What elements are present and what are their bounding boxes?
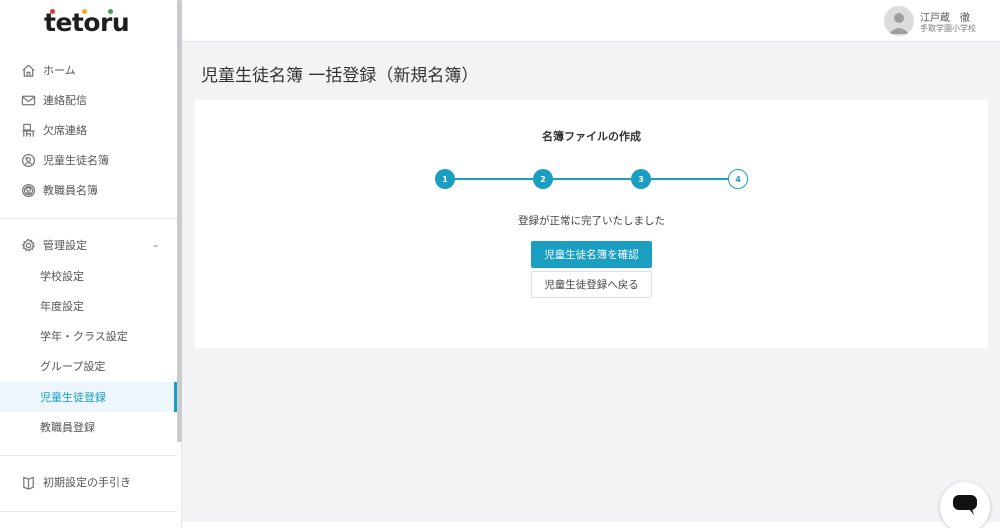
sidebar-item-label: 連絡配信 xyxy=(43,94,87,107)
sidebar-item-staff[interactable]: 教職員名簿 xyxy=(0,175,177,205)
sidebar-item-label: 欠席連絡 xyxy=(43,124,87,137)
sidebar-item-absence[interactable]: 欠席連絡 xyxy=(0,115,177,145)
gear-icon xyxy=(20,237,36,253)
desk-icon xyxy=(20,122,36,138)
sidebar-item-label: 児童生徒名簿 xyxy=(43,154,109,167)
sidebar-subitem-grade-class-settings[interactable]: 学年・クラス設定 xyxy=(0,321,177,351)
sidebar-item-admin-settings[interactable]: 管理設定 ⌄ xyxy=(0,230,177,260)
logo-dot-green xyxy=(108,9,113,14)
sidebar-item-label: 管理設定 xyxy=(43,239,87,252)
back-to-student-registration-button[interactable]: 児童生徒登録へ戻る xyxy=(531,271,652,298)
logo-dot-yellow xyxy=(82,9,87,14)
step-2: 2 xyxy=(533,169,553,189)
progress-stepper: 1 2 3 4 xyxy=(435,168,749,190)
step-connector xyxy=(455,178,533,180)
sidebar-divider xyxy=(0,218,177,219)
chat-button[interactable] xyxy=(940,482,990,528)
tetoru-logo[interactable]: tetoru xyxy=(44,8,130,38)
book-icon xyxy=(20,474,36,490)
sidebar-subitem-school-settings[interactable]: 学校設定 xyxy=(0,261,177,291)
top-header xyxy=(182,0,1000,42)
chevron-down-icon: ⌄ xyxy=(152,240,160,250)
view-student-list-button[interactable]: 児童生徒名簿を確認 xyxy=(531,241,652,268)
logo-dot-red xyxy=(50,9,55,14)
footer-bar xyxy=(182,522,1000,528)
sidebar-item-students[interactable]: 児童生徒名簿 xyxy=(0,145,177,175)
sidebar-divider xyxy=(0,511,177,512)
home-icon xyxy=(20,62,36,78)
chat-bubble-icon xyxy=(953,495,977,515)
sidebar-item-messages[interactable]: 連絡配信 xyxy=(0,85,177,115)
sidebar: tetoru ホーム 連絡配信 欠席連絡 児童生徒名簿 教職員名簿 管理設定 ⌄… xyxy=(0,0,182,528)
sidebar-item-label: ホーム xyxy=(43,64,76,77)
sidebar-subitem-student-registration[interactable]: 児童生徒登録 xyxy=(0,382,177,412)
sidebar-item-home[interactable]: ホーム xyxy=(0,55,177,85)
sidebar-item-setup-guide[interactable]: 初期設定の手引き xyxy=(0,467,177,497)
sidebar-divider xyxy=(0,455,177,456)
step-4: 4 xyxy=(728,169,748,189)
card-title: 名簿ファイルの作成 xyxy=(542,130,641,143)
user-school: 手取学園小学校 xyxy=(920,24,976,33)
student-icon xyxy=(20,152,36,168)
sidebar-subitem-year-settings[interactable]: 年度設定 xyxy=(0,291,177,321)
step-connector xyxy=(553,178,631,180)
sidebar-scrollbar[interactable] xyxy=(177,0,182,442)
step-3: 3 xyxy=(631,169,651,189)
mail-icon xyxy=(20,92,36,108)
sidebar-subitem-staff-registration[interactable]: 教職員登録 xyxy=(0,412,177,442)
staff-icon xyxy=(20,182,36,198)
user-avatar[interactable] xyxy=(884,6,914,36)
completion-message: 登録が正常に完了いたしました xyxy=(518,215,665,227)
sidebar-subitem-group-settings[interactable]: グループ設定 xyxy=(0,351,177,381)
sidebar-item-label: 初期設定の手引き xyxy=(43,476,131,489)
user-name: 江戸蔵 徹 xyxy=(920,13,970,24)
user-icon xyxy=(889,13,909,34)
sidebar-item-label: 教職員名簿 xyxy=(43,184,98,197)
page-title: 児童生徒名簿 一括登録（新規名簿） xyxy=(201,66,479,86)
step-connector xyxy=(651,178,729,180)
step-1: 1 xyxy=(435,169,455,189)
